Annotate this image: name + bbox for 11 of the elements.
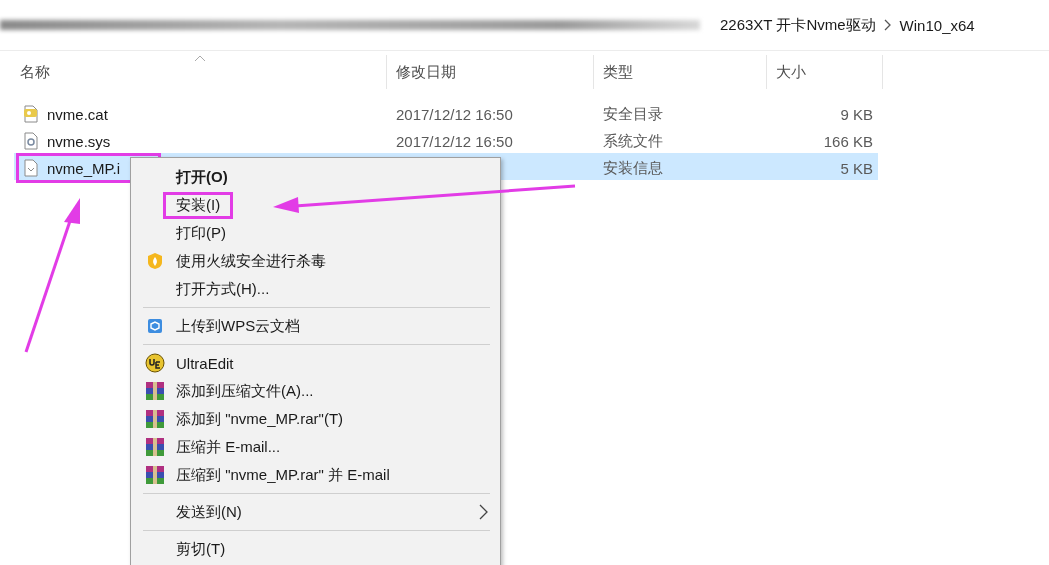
file-name: nvme.sys xyxy=(47,132,111,150)
file-name: nvme.cat xyxy=(47,105,108,123)
size-text: 9 KB xyxy=(840,105,873,123)
date-text: 2017/12/12 16:50 xyxy=(396,132,513,150)
type-text: 安装信息 xyxy=(603,158,663,176)
date-text: 2017/12/12 16:50 xyxy=(396,105,513,123)
type-text: 系统文件 xyxy=(603,131,663,149)
size-text: 166 KB xyxy=(823,132,873,150)
type-text: 安全目录 xyxy=(603,104,663,122)
size-text: 5 KB xyxy=(840,159,873,177)
file-name: nvme_MP.i xyxy=(47,159,121,177)
